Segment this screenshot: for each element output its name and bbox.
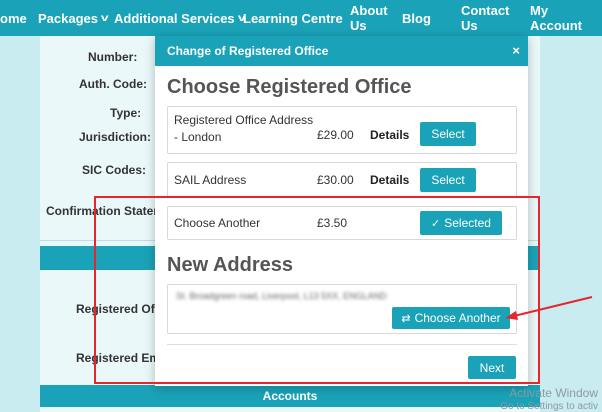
activation-watermark: Activate Window xyxy=(509,386,598,400)
activation-watermark-sub: Go to Settings to activ xyxy=(500,401,598,412)
select-button[interactable]: Select xyxy=(420,168,476,192)
modal-header: Change of Registered Office × xyxy=(155,36,528,66)
top-nav: ome Packages v Additional Services v Learn… xyxy=(0,0,602,36)
nav-contact-us[interactable]: Contact Us xyxy=(461,0,511,36)
number-label: Number: xyxy=(88,50,138,64)
option-price: £29.00 xyxy=(317,128,354,142)
select-button[interactable]: Select xyxy=(420,122,476,146)
accounts-band: Accounts xyxy=(40,385,540,407)
sic-codes-label: SIC Codes: xyxy=(82,163,147,177)
option-price: £30.00 xyxy=(317,173,354,187)
nav-about-us[interactable]: About Us xyxy=(350,0,392,36)
details-link[interactable]: Details xyxy=(370,173,409,187)
details-link[interactable]: Details xyxy=(370,128,409,142)
nav-blog[interactable]: Blog xyxy=(402,0,431,36)
option-name: SAIL Address xyxy=(174,173,247,187)
choose-heading: Choose Registered Office xyxy=(167,76,412,98)
close-icon[interactable]: × xyxy=(512,43,520,58)
auth-code-label: Auth. Code: xyxy=(79,77,147,91)
nav-packages[interactable]: Packages v xyxy=(38,0,109,36)
option-row-sail: SAIL Address £30.00 Details Select xyxy=(167,162,517,198)
annotation-highlight-box xyxy=(94,196,540,384)
chevron-down-icon: v xyxy=(100,12,109,24)
option-name: Registered Office Address - London xyxy=(174,113,314,144)
jurisdiction-label: Jurisdiction: xyxy=(79,130,152,144)
option-row-london: Registered Office Address - London £29.0… xyxy=(167,106,517,154)
nav-learning-centre[interactable]: Learning Centre xyxy=(243,0,343,36)
nav-additional-services[interactable]: Additional Services v xyxy=(114,0,245,36)
modal-title: Change of Registered Office xyxy=(167,44,329,58)
type-label: Type: xyxy=(110,106,142,120)
nav-home[interactable]: ome xyxy=(0,0,27,36)
nav-my-account[interactable]: My Account xyxy=(530,0,588,36)
